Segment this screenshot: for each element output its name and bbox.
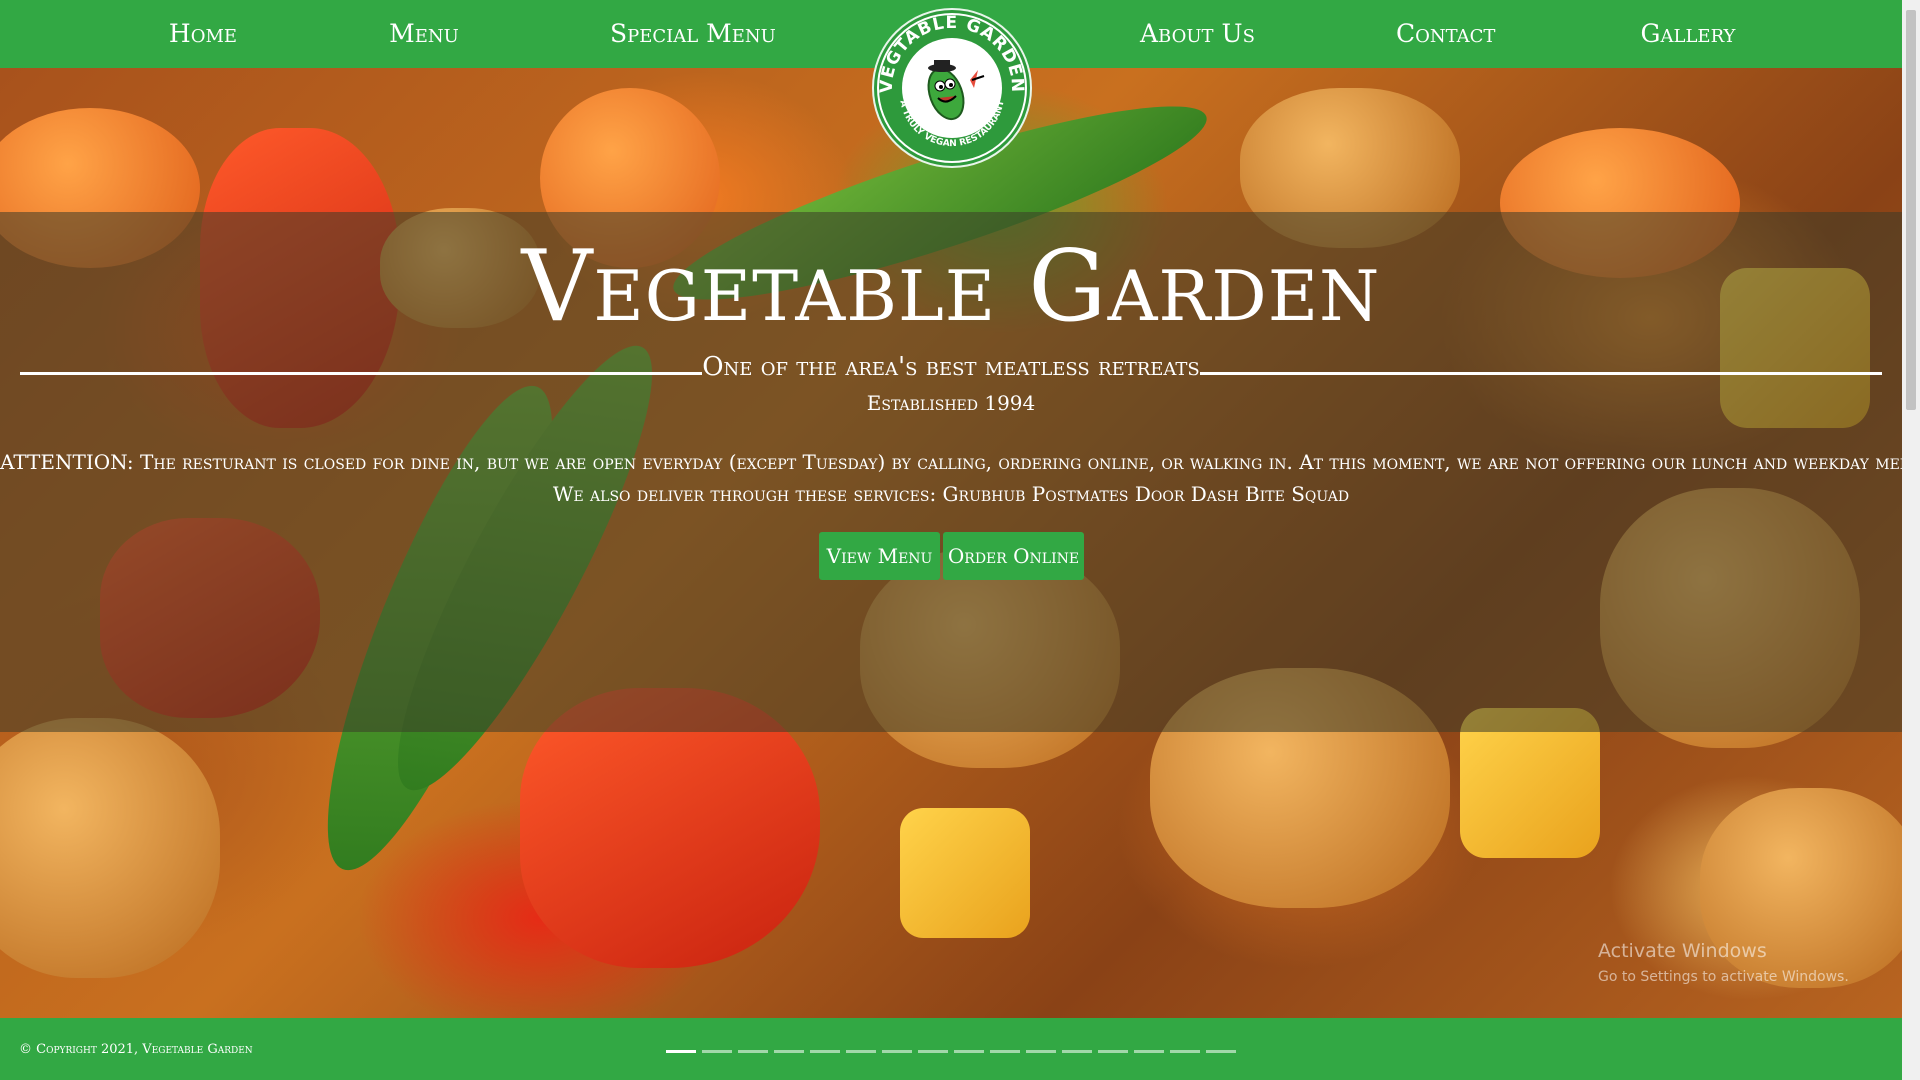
nav-gallery[interactable]: Gallery xyxy=(1640,14,1736,54)
slider-indicator-16[interactable] xyxy=(1206,1050,1236,1053)
order-online-button[interactable]: Order Online xyxy=(943,532,1084,580)
attention-notice: ATTENTION: The resturant is closed for d… xyxy=(0,450,1920,474)
slider-indicator-5[interactable] xyxy=(810,1050,840,1053)
slider-indicator-13[interactable] xyxy=(1098,1050,1128,1053)
nav-special-menu[interactable]: Special Menu xyxy=(610,14,776,54)
slider-indicator-10[interactable] xyxy=(990,1050,1020,1053)
activate-windows-subtitle: Go to Settings to activate Windows. xyxy=(1598,969,1849,985)
divider-left xyxy=(20,372,702,375)
restaurant-logo[interactable]: VEGTABLE GARDEN A TRULY VEGAN RESTAURANT xyxy=(872,8,1032,168)
slider-indicator-1[interactable] xyxy=(666,1050,696,1053)
nav-home[interactable]: Home xyxy=(166,14,240,54)
hero-tagline: One of the area's best meatless retreats xyxy=(702,352,1200,382)
slider-indicator-15[interactable] xyxy=(1170,1050,1200,1053)
activate-windows-title: Activate Windows xyxy=(1598,940,1767,962)
slider-indicator-12[interactable] xyxy=(1062,1050,1092,1053)
slider-indicator-7[interactable] xyxy=(882,1050,912,1053)
divider-right xyxy=(1200,372,1882,375)
slider-indicator-14[interactable] xyxy=(1134,1050,1164,1053)
slider-indicator-3[interactable] xyxy=(738,1050,768,1053)
delivery-services-text: We also deliver through these services: … xyxy=(552,482,1350,506)
hero-title: Vegetable Garden xyxy=(521,230,1381,344)
nav-contact[interactable]: Contact xyxy=(1396,14,1495,54)
slider-indicator-6[interactable] xyxy=(846,1050,876,1053)
slider-indicator-9[interactable] xyxy=(954,1050,984,1053)
view-menu-button[interactable]: View Menu xyxy=(819,532,940,580)
slider-indicator-8[interactable] xyxy=(918,1050,948,1053)
footer-bar xyxy=(0,1018,1902,1080)
copyright-text: © Copyright 2021, Vegetable Garden xyxy=(19,1042,253,1057)
slider-indicator-2[interactable] xyxy=(702,1050,732,1053)
food-pineapple xyxy=(900,808,1030,938)
page-scrollbar-thumb[interactable] xyxy=(1906,10,1916,410)
nav-menu[interactable]: Menu xyxy=(388,14,460,54)
logo-emblem: VEGTABLE GARDEN A TRULY VEGAN RESTAURANT xyxy=(877,13,1027,163)
nav-about-us[interactable]: About Us xyxy=(1140,14,1255,54)
established-text: Established 1994 xyxy=(866,391,1036,415)
slider-indicator-4[interactable] xyxy=(774,1050,804,1053)
food-tofu xyxy=(0,718,220,978)
slider-indicators xyxy=(666,1050,1240,1054)
slider-indicator-11[interactable] xyxy=(1026,1050,1056,1053)
